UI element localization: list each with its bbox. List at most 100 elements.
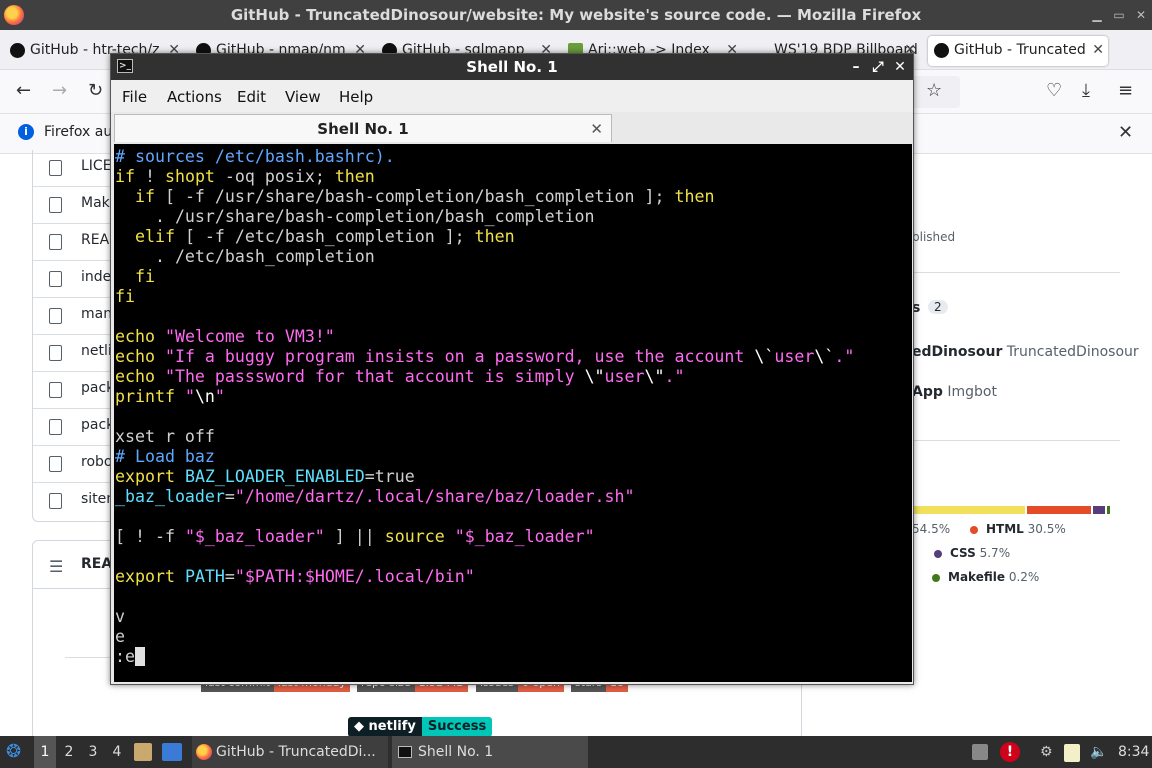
terminal-line: # sources /etc/bash.bashrc). (115, 147, 395, 166)
close-icon[interactable]: ✕ (891, 54, 909, 80)
contributor-item[interactable]: App Imgbot (912, 384, 997, 400)
html-dot-icon (970, 525, 978, 534)
notification-text: Firefox aut (44, 124, 118, 140)
menu-file[interactable]: File (122, 88, 147, 106)
bookmark-star-icon[interactable]: ☆ (926, 80, 942, 101)
terminal-line: elif [ -f /etc/bash_completion ]; then (115, 227, 515, 246)
workspace-4[interactable]: 4 (106, 736, 128, 768)
file-icon (49, 382, 62, 398)
terminal-icon (398, 746, 412, 758)
workspace-3[interactable]: 3 (82, 736, 104, 768)
terminal-line: printf "\n" (115, 387, 225, 406)
language-html[interactable]: HTML 30.5% (970, 522, 1066, 536)
github-icon (10, 43, 25, 58)
divider (912, 272, 1120, 273)
language-css[interactable]: CSS 5.7% (934, 546, 1010, 560)
terminal-line: echo "Welcome to VM3!" (115, 327, 335, 346)
language-bar-segment (912, 506, 1026, 514)
language-bar-segment (1106, 506, 1110, 514)
terminal-line: :e (115, 647, 145, 667)
maximize-icon[interactable]: ⤢ (869, 54, 887, 80)
github-icon (934, 43, 949, 58)
divider (912, 440, 1120, 441)
desktop: GitHub - TruncatedDinosour/website: My w… (0, 0, 1152, 768)
forward-icon[interactable]: → (52, 80, 67, 101)
netlify-status-badge[interactable]: ◆ netlify Success (348, 717, 493, 737)
tab-close-icon[interactable]: ✕ (590, 115, 603, 143)
terminal-line: xset r off (115, 427, 215, 446)
list-icon[interactable]: ☰ (49, 557, 63, 576)
terminal-line: echo "If a buggy program insists on a pa… (115, 347, 855, 366)
terminal-line: [ ! -f "$_baz_loader" ] || source "$_baz… (115, 527, 595, 546)
tab-close-icon[interactable]: ✕ (1092, 36, 1104, 64)
tray-app-icon[interactable] (972, 744, 988, 760)
terminal-titlebar[interactable]: >_ Shell No. 1 – ⤢ ✕ (111, 54, 913, 80)
clipboard-icon[interactable] (1064, 744, 1080, 762)
menu-actions[interactable]: Actions (167, 88, 222, 106)
terminal-icon: >_ (117, 59, 133, 73)
terminal-tab[interactable]: Shell No. 1 ✕ (114, 114, 612, 142)
terminal-line: fi (115, 267, 155, 286)
terminal-line: . /usr/share/bash-completion/bash_comple… (115, 207, 595, 226)
language-js-pct: 54.5% (912, 522, 951, 536)
menu-icon[interactable]: ≡ (1118, 80, 1133, 101)
file-icon (49, 493, 62, 509)
workspace-1[interactable]: 1 (34, 736, 56, 768)
file-icon (49, 345, 62, 361)
menu-help[interactable]: Help (339, 88, 373, 106)
desktop-icon[interactable] (162, 743, 182, 761)
terminal-line: fi (115, 287, 135, 306)
language-bar-segment (1092, 506, 1105, 514)
file-icon (49, 197, 62, 213)
file-icon (49, 271, 62, 287)
terminal-line: echo "The passsword for that account is … (115, 367, 685, 386)
terminal-line: v (115, 607, 125, 626)
close-icon[interactable]: ✕ (1132, 0, 1150, 30)
published-text: blished (912, 230, 956, 244)
file-icon (49, 308, 62, 324)
terminal-window: >_ Shell No. 1 – ⤢ ✕ File Actions Edit V… (110, 53, 914, 685)
language-makefile[interactable]: Makefile 0.2% (932, 570, 1039, 584)
file-icon (49, 456, 62, 472)
close-notification-icon[interactable]: ✕ (1118, 122, 1133, 143)
contributor-item[interactable]: edDinosour TruncatedDinosour (912, 344, 1139, 360)
terminal-line: if ! shopt -oq posix; then (115, 167, 375, 186)
file-icon (49, 234, 62, 250)
volume-icon[interactable]: 🔈 (1090, 736, 1107, 768)
info-icon: i (18, 124, 34, 140)
pocket-icon[interactable]: ♡ (1046, 80, 1062, 101)
reload-icon[interactable]: ↻ (88, 80, 103, 101)
minimize-icon[interactable]: ▁ (1088, 0, 1106, 30)
taskbar-terminal-item[interactable]: Shell No. 1 (392, 736, 588, 768)
taskbar-firefox-item[interactable]: GitHub - TruncatedDi... (192, 736, 388, 768)
contributors-count: 2 (928, 300, 948, 314)
network-icon[interactable]: ⚙ (1040, 736, 1053, 768)
terminal-line: export BAZ_LOADER_ENABLED=true (115, 467, 415, 486)
terminal-line: if [ -f /usr/share/bash-completion/bash_… (115, 187, 715, 206)
terminal-line: # Load baz (115, 447, 215, 466)
taskbar: ❂ 1 2 3 4 GitHub - TruncatedDi... Shell … (0, 736, 1152, 768)
minimize-icon[interactable]: – (847, 54, 865, 80)
maximize-icon[interactable]: ▭ (1110, 0, 1128, 30)
menu-view[interactable]: View (285, 88, 321, 106)
file-manager-icon[interactable] (134, 743, 152, 761)
menu-edit[interactable]: Edit (237, 88, 266, 106)
terminal-menubar: File Actions Edit View Help (111, 80, 913, 112)
browser-tab-active[interactable]: GitHub - Truncated ✕ (928, 36, 1108, 66)
terminal-line: e (115, 627, 125, 646)
terminal-line: _baz_loader="/home/dartz/.local/share/ba… (115, 487, 635, 506)
downloads-icon[interactable]: ⤓ (1082, 80, 1090, 101)
back-icon[interactable]: ← (16, 80, 31, 101)
start-menu-icon[interactable]: ❂ (6, 736, 21, 768)
terminal-output[interactable]: # sources /etc/bash.bashrc). if ! shopt -… (114, 144, 912, 682)
netlify-icon: ◆ (354, 719, 369, 734)
alert-icon[interactable]: ! (1000, 742, 1020, 762)
workspace-2[interactable]: 2 (58, 736, 80, 768)
css-dot-icon (934, 549, 942, 558)
clock: 8:34 (1118, 744, 1150, 760)
readme-title: REA (81, 556, 113, 572)
file-icon (49, 160, 62, 176)
language-bar (912, 506, 1120, 514)
firefox-titlebar: GitHub - TruncatedDinosour/website: My w… (0, 0, 1152, 30)
terminal-line: . /etc/bash_completion (115, 247, 375, 266)
